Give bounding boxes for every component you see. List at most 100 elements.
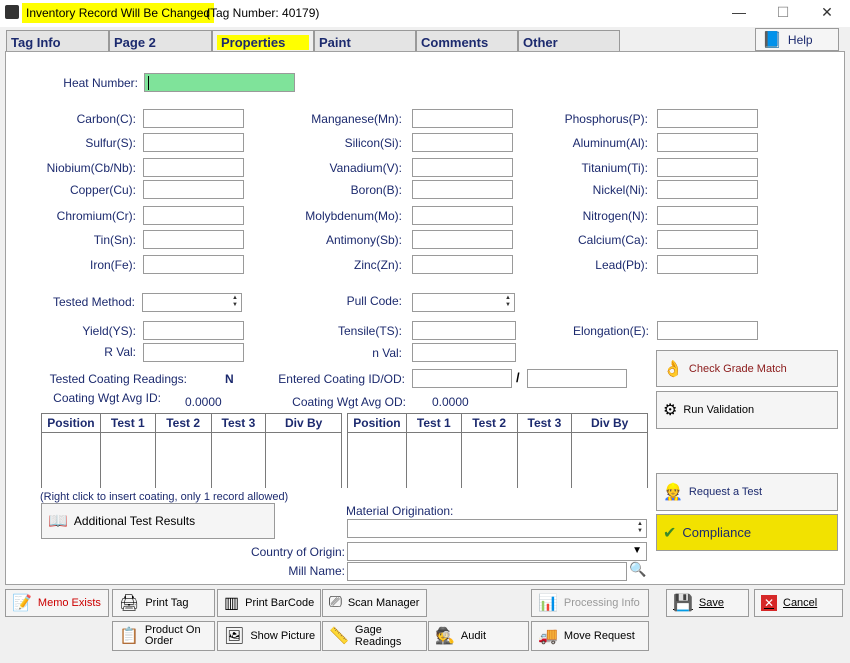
memo-icon: 📝 — [12, 595, 32, 612]
compliance-button[interactable]: ✔ Compliance — [656, 514, 838, 551]
element-label: Chromium(Cr): — [56, 209, 136, 223]
chevron-down-icon: ▼ — [632, 545, 642, 556]
element-label: Boron(B): — [350, 183, 402, 197]
additional-tests-button[interactable]: 📖 Additional Test Results — [41, 503, 275, 539]
order-form-icon: 📋 — [119, 627, 139, 645]
tab-other[interactable]: Other — [518, 30, 620, 52]
product-on-order-button[interactable]: 📋 Product On Order — [112, 621, 215, 651]
show-picture-button[interactable]: 🖼 Show Picture — [217, 621, 321, 651]
coating-od-input[interactable] — [527, 369, 627, 388]
element-label: Calcium(Ca): — [577, 233, 648, 247]
save-button[interactable]: 💾 Save — [666, 589, 749, 617]
element-label: Tin(Sn): — [93, 233, 136, 247]
checkmark-icon: ✔ — [663, 524, 677, 542]
bar-chart-icon: 📊 — [538, 595, 558, 612]
auditor-icon: 🕵 — [435, 628, 455, 645]
tab-properties[interactable]: Properties — [212, 30, 314, 52]
element-input[interactable] — [657, 255, 758, 274]
processing-info-label: Processing Info — [563, 597, 640, 609]
country-select[interactable]: ▼ — [347, 542, 647, 561]
element-label: Niobium(Cb/Nb): — [46, 161, 136, 175]
print-tag-button[interactable]: 🖨 Print Tag — [112, 589, 215, 617]
material-origination-stepper[interactable]: ▲ ▼ — [347, 519, 647, 538]
scan-manager-button[interactable]: ⎚ Scan Manager — [322, 589, 427, 617]
scanner-icon: ⎚ — [329, 594, 342, 611]
request-test-button[interactable]: 👷 Request a Test — [656, 473, 838, 511]
help-button[interactable]: 📘 Help — [755, 28, 839, 51]
element-input[interactable] — [657, 206, 758, 225]
grid-header: Test 1 — [99, 413, 156, 433]
tab-page-2[interactable]: Page 2 — [109, 30, 212, 52]
processing-info-button[interactable]: 📊 Processing Info — [531, 589, 649, 617]
elongation-input[interactable] — [657, 321, 758, 340]
element-input[interactable] — [412, 180, 513, 199]
element-input[interactable] — [657, 180, 758, 199]
tab-tag-info[interactable]: Tag Info — [6, 30, 109, 52]
element-label: Copper(Cu): — [69, 183, 136, 197]
element-label: Vanadium(V): — [329, 161, 402, 175]
element-input[interactable] — [143, 158, 244, 177]
coating-avg-od-label: Coating Wgt Avg OD: — [292, 395, 406, 409]
cancel-label: Cancel — [783, 597, 818, 609]
minimize-button[interactable]: — — [724, 4, 754, 24]
request-test-label: Request a Test — [688, 486, 763, 498]
memo-button[interactable]: 📝 Memo Exists — [5, 589, 109, 617]
element-input[interactable] — [412, 109, 513, 128]
run-validation-button[interactable]: ⚙ Run Validation — [656, 391, 838, 429]
cancel-button[interactable]: ✕ Cancel — [754, 589, 843, 617]
mill-name-label: Mill Name: — [288, 564, 345, 578]
audit-button[interactable]: 🕵 Audit — [428, 621, 529, 651]
tab-paint[interactable]: Paint — [314, 30, 416, 52]
element-input[interactable] — [143, 133, 244, 152]
tensile-label: Tensile(TS): — [337, 324, 402, 338]
spin-arrows-icon[interactable]: ▲ ▼ — [503, 295, 513, 310]
element-input[interactable] — [657, 158, 758, 177]
close-icon: ✕ — [761, 595, 777, 611]
search-icon[interactable]: 🔍 — [629, 561, 649, 581]
element-input[interactable] — [412, 158, 513, 177]
element-label: Sulfur(S): — [85, 136, 136, 150]
element-input[interactable] — [143, 109, 244, 128]
coating-grid-id[interactable]: Position Test 1 Test 2 Test 3 Div By — [41, 413, 342, 488]
element-input[interactable] — [657, 109, 758, 128]
element-input[interactable] — [412, 255, 513, 274]
element-input[interactable] — [412, 206, 513, 225]
elongation-label: Elongation(E): — [572, 324, 649, 338]
close-button[interactable]: ✕ — [812, 4, 842, 24]
tab-comments[interactable]: Comments — [416, 30, 518, 52]
picture-icon: 🖼 — [224, 628, 245, 645]
tested-method-stepper[interactable]: ▲ ▼ — [142, 293, 242, 312]
print-barcode-button[interactable]: ▥ Print BarCode — [217, 589, 321, 617]
element-input[interactable] — [657, 133, 758, 152]
tested-method-label: Tested Method: — [52, 295, 135, 309]
element-input[interactable] — [657, 230, 758, 249]
move-request-button[interactable]: 🚚 Move Request — [531, 621, 649, 651]
spin-arrows-icon[interactable]: ▲ ▼ — [230, 295, 240, 310]
coating-id-input[interactable] — [412, 369, 512, 388]
pull-code-label: Pull Code: — [346, 294, 402, 308]
heat-number-input[interactable] — [144, 73, 295, 92]
scan-manager-label: Scan Manager — [347, 597, 420, 609]
element-input[interactable] — [143, 255, 244, 274]
gage-readings-button[interactable]: 📏 Gage Readings — [322, 621, 427, 651]
element-input[interactable] — [412, 133, 513, 152]
material-origination-label: Material Origination: — [346, 504, 454, 518]
grid-header: Test 2 — [460, 413, 518, 433]
spin-arrows-icon[interactable]: ▲ ▼ — [635, 521, 645, 536]
yield-input[interactable] — [143, 321, 244, 340]
coating-grid-od[interactable]: Position Test 1 Test 2 Test 3 Div By — [347, 413, 648, 488]
n-val-input[interactable] — [412, 343, 516, 362]
element-label: Aluminum(Al): — [572, 136, 648, 150]
tensile-input[interactable] — [412, 321, 516, 340]
compliance-label: Compliance — [682, 525, 752, 540]
element-input[interactable] — [143, 230, 244, 249]
yield-label: Yield(YS): — [82, 324, 136, 338]
element-input[interactable] — [143, 180, 244, 199]
mill-name-input[interactable] — [347, 562, 627, 581]
element-input[interactable] — [143, 206, 244, 225]
element-input[interactable] — [412, 230, 513, 249]
check-grade-button[interactable]: 👌 Check Grade Match — [656, 350, 838, 387]
pull-code-stepper[interactable]: ▲ ▼ — [412, 293, 515, 312]
maximize-button[interactable]: ☐ — [768, 4, 798, 24]
r-val-input[interactable] — [143, 343, 244, 362]
